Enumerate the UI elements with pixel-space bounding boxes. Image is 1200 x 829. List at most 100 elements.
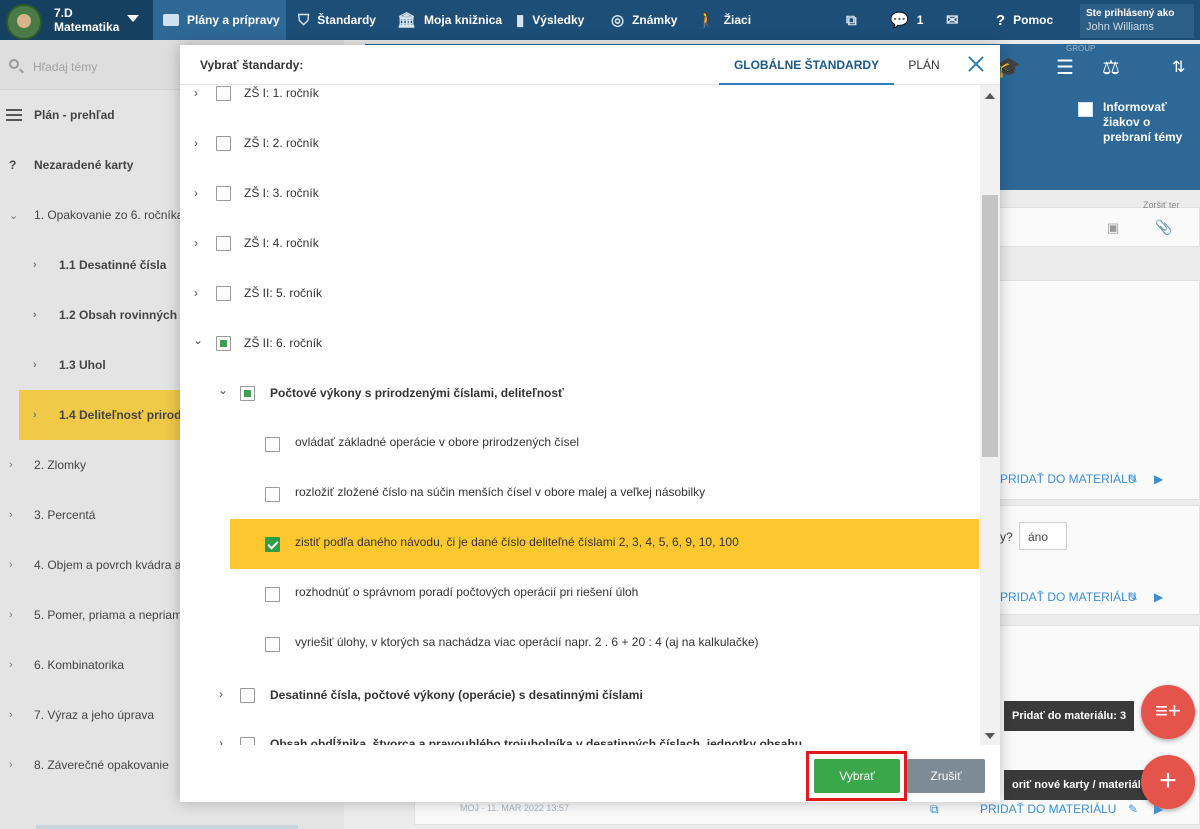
play-icon[interactable]: ▶ [1154,590,1163,604]
add-to-material-fab[interactable]: ≡+ [1141,685,1195,739]
sidebar-scrollbar[interactable] [36,825,298,829]
class-name: 7.D [54,6,73,20]
checkbox-partial[interactable] [216,336,231,351]
chevron-right-icon: › [9,709,13,721]
messages-button[interactable]: 💬 1 [890,0,923,40]
tree-leaf[interactable]: ovládať základné operácie v obore prirod… [180,419,980,469]
class-switcher[interactable]: 7.D Matematika [0,0,153,40]
image-icon[interactable]: ▣ [1107,220,1119,236]
nav-students[interactable]: 🚶 Žiaci [697,0,751,40]
chevron-down-icon: ⌄ [9,209,19,222]
tree-row-expanded[interactable]: ⌄ Počtové výkony s prirodzenými číslami,… [180,369,980,419]
checkbox[interactable] [240,737,255,745]
checkbox-checked[interactable] [265,537,280,552]
tree-row-expanded[interactable]: ⌄ ZŠ II: 6. ročník [180,319,980,369]
play-icon[interactable]: ▶ [1154,802,1163,816]
chevron-right-icon: › [9,559,13,571]
tree-row-label: Obsah obdĺžnika, štvorca a pravouhlého t… [270,737,803,745]
checkbox[interactable] [216,186,231,201]
new-card-fab[interactable]: + [1141,755,1195,809]
chevron-right-icon[interactable]: › [219,687,223,701]
mail-button[interactable]: ✉ [946,0,967,40]
nav-plans[interactable]: Plány a prípravy [153,0,286,40]
help-label: Pomoc [1013,13,1054,27]
tree-row[interactable]: › ZŠ I: 1. ročník [180,85,980,119]
chevron-right-icon[interactable]: › [194,286,198,300]
chevron-right-icon[interactable]: › [194,86,198,100]
cast-icon[interactable]: ⧉ [930,802,939,817]
tab-plan[interactable]: PLÁN [896,45,952,85]
chevron-down-icon[interactable]: ⌄ [218,383,228,397]
edit-icon[interactable]: ✎ [1128,472,1138,486]
dialog-scrollbar[interactable] [980,85,1000,745]
edit-icon[interactable]: ✎ [1128,802,1138,816]
tree-leaf-selected[interactable]: zistiť podľa daného návodu, či je dané č… [230,519,979,569]
tree-row[interactable]: › ZŠ I: 4. ročník [180,219,980,269]
user-account[interactable]: Ste prihlásený ako John Williams [1080,4,1194,38]
nav-standards[interactable]: ⛉ Štandardy [298,0,376,40]
nav-library-label: Moja knižnica [424,13,503,27]
chevron-right-icon: › [9,659,13,671]
tree-row[interactable]: › Desatinné čísla, počtové výkony (operá… [180,671,980,721]
tree-row[interactable]: › ZŠ I: 3. ročník [180,169,980,219]
tree-row[interactable]: › ZŠ II: 5. ročník [180,269,980,319]
help-button[interactable]: ? Pomoc [996,0,1053,40]
tree-row-label: zistiť podľa daného návodu, či je dané č… [295,535,739,549]
list-icon [6,109,22,121]
topic-label: 3. Percentá [34,508,96,522]
checkbox[interactable] [265,587,280,602]
tree-row[interactable]: › ZŠ I: 2. ročník [180,119,980,169]
tree-leaf[interactable]: rozložiť zložené číslo na súčin menších … [180,469,980,519]
scale-icon[interactable]: ⚖ [1102,55,1120,80]
edit-icon[interactable]: ✎ [1128,590,1138,604]
checkbox[interactable] [216,286,231,301]
tab-global-standards[interactable]: GLOBÁLNE ŠTANDARDY [719,45,894,85]
checkbox[interactable] [265,437,280,452]
add-to-material-link[interactable]: PRIDAŤ DO MATERIÁLU [1000,590,1136,604]
tree-leaf[interactable]: vyriešiť úlohy, v ktorých sa nachádza vi… [180,619,980,669]
sort-icon[interactable]: ⇅ [1172,57,1185,77]
user-name: John Williams [1086,21,1154,33]
nav-library[interactable]: 🏛 Moja knižnica [397,0,502,40]
checkbox[interactable] [265,637,280,652]
scroll-up-arrow-icon[interactable] [985,93,995,99]
chevron-right-icon[interactable]: › [219,736,223,745]
students-icon: 🚶 [697,12,716,29]
database-icon[interactable]: ☰ [1056,55,1074,80]
nav-standards-label: Štandardy [317,13,376,27]
checkbox[interactable] [216,86,231,101]
cast-button[interactable]: ⧉ [846,0,865,40]
inform-checkbox[interactable] [1078,102,1093,117]
chevron-right-icon[interactable]: › [194,186,198,200]
chevron-right-icon[interactable]: › [194,236,198,250]
nav-results[interactable]: ▮ Výsledky [516,0,584,40]
checkbox[interactable] [216,136,231,151]
tree-row-label: Desatinné čísla, počtové výkony (operáci… [270,688,643,702]
chevron-right-icon: › [9,509,13,521]
answer-field[interactable]: áno [1019,522,1067,550]
topic-label: 1. Opakovanie zo 6. ročníka [34,208,184,222]
checkbox[interactable] [265,487,280,502]
scroll-down-arrow-icon[interactable] [985,733,995,739]
checkbox[interactable] [240,688,255,703]
tree-leaf[interactable]: rozhodnúť o správnom poradí počtových op… [180,569,980,619]
add-to-material-link[interactable]: PRIDAŤ DO MATERIÁLU [980,802,1116,816]
tree-row-label: Počtové výkony s prirodzenými číslami, d… [270,386,564,400]
close-icon[interactable] [966,54,986,74]
tree-row-label: ZŠ I: 2. ročník [244,136,319,150]
checkbox-partial[interactable] [240,386,255,401]
play-icon[interactable]: ▶ [1154,472,1163,486]
cancel-button[interactable]: Zrušiť [907,759,985,793]
nav-grades[interactable]: ◎ Známky [611,0,677,40]
tree-row[interactable]: › Obsah obdĺžnika, štvorca a pravouhlého… [180,721,980,745]
plan-overview-label: Plán - prehľad [34,108,115,122]
tree-row-label: ZŠ I: 4. ročník [244,236,319,250]
chevron-right-icon[interactable]: › [194,136,198,150]
checkbox[interactable] [216,236,231,251]
add-to-material-link[interactable]: PRIDAŤ DO MATERIÁLU [1000,472,1136,486]
tree-row-label: ovládať základné operácie v obore prirod… [295,435,579,449]
nav-results-label: Výsledky [532,13,585,27]
chevron-down-icon[interactable]: ⌄ [193,333,203,347]
scroll-thumb[interactable] [982,195,998,457]
attachment-icon[interactable]: 📎 [1155,219,1172,236]
